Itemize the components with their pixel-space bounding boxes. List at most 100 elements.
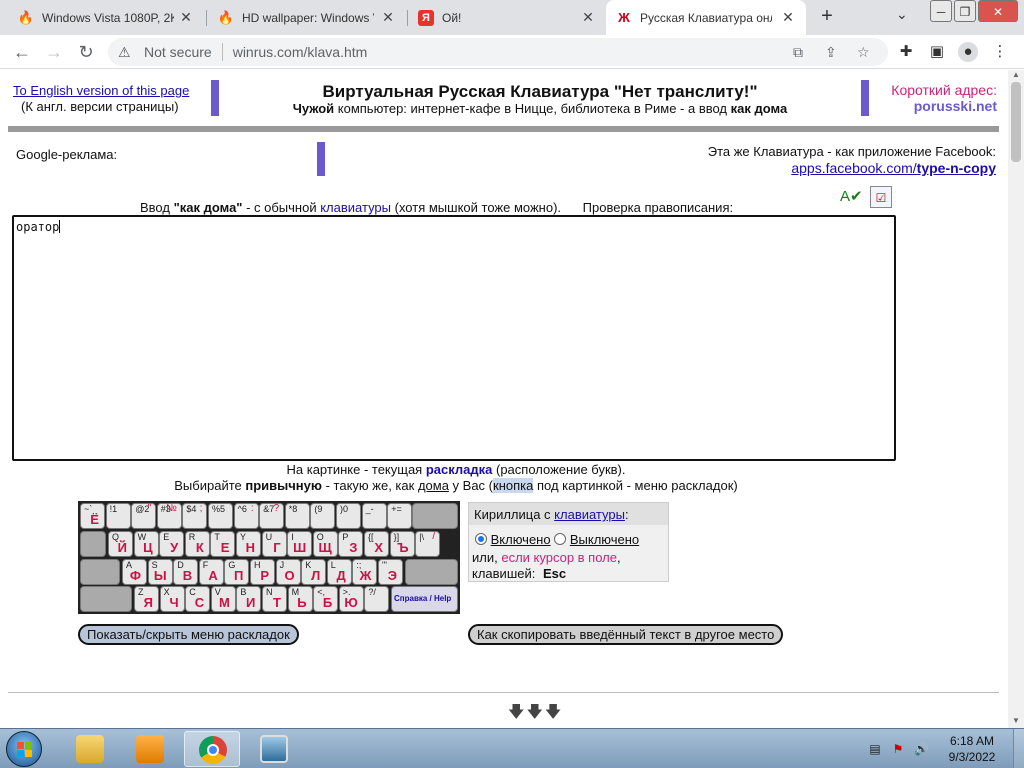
extensions-puzzle-icon[interactable]: ✚ xyxy=(896,42,916,62)
toggle-layouts-button[interactable]: Показать/скрыть меню раскладок xyxy=(78,624,299,645)
keyboard-modifier-key[interactable] xyxy=(80,531,106,557)
option-off-label[interactable]: Выключено xyxy=(570,532,639,547)
close-tab-icon[interactable]: ✕ xyxy=(380,9,396,25)
keyboard-key[interactable]: !1 xyxy=(105,503,131,529)
keyboard-key[interactable]: VМ xyxy=(210,586,236,612)
scrollbar-thumb[interactable] xyxy=(1011,82,1021,162)
reload-icon[interactable]: ↻ xyxy=(74,40,98,64)
keyboard-link[interactable]: клавиатуры xyxy=(554,507,625,522)
keyboard-key[interactable]: BИ xyxy=(236,586,262,612)
keyboard-key[interactable]: MЬ xyxy=(287,586,313,612)
keyboard-key[interactable]: SЫ xyxy=(147,559,173,585)
bookmark-star-icon[interactable]: ☆ xyxy=(857,44,870,61)
action-center-flag-icon[interactable]: ⚑ xyxy=(891,742,905,756)
spellcheck-icon[interactable]: A✔ xyxy=(840,186,863,208)
keyboard-key[interactable]: CС xyxy=(185,586,211,612)
keyboard-key[interactable]: RК xyxy=(184,531,210,557)
keyboard-key[interactable]: @2 " xyxy=(131,503,157,529)
page-scrollbar[interactable]: ▲ ▼ xyxy=(1008,70,1024,728)
keyboard-key[interactable]: _- xyxy=(361,503,387,529)
keyboard-key[interactable]: |\ / xyxy=(415,531,441,557)
keyboard-key[interactable]: TЕ xyxy=(210,531,236,557)
system-clock[interactable]: 6:18 AM 9/3/2022 xyxy=(937,733,1007,765)
keyboard-key[interactable]: EУ xyxy=(159,531,185,557)
not-secure-label[interactable]: Not secure xyxy=(144,44,212,60)
keyboard-key[interactable]: AФ xyxy=(122,559,147,585)
start-button[interactable] xyxy=(6,731,42,767)
keyboard-key[interactable]: HР xyxy=(250,559,275,585)
keyboard-key[interactable]: OЩ xyxy=(312,531,338,557)
keyboard-key[interactable]: += xyxy=(387,503,413,529)
keyboard-key[interactable]: }] Ъ xyxy=(389,531,415,557)
tab-russian-keyboard[interactable]: Ж Русская Клавиатура онл ✕ xyxy=(606,0,806,35)
keyboard-key[interactable]: ^6: xyxy=(233,503,259,529)
keyboard-modifier-key[interactable] xyxy=(80,559,120,585)
keyboard-key[interactable]: :; Ж xyxy=(352,559,378,585)
keyboard-key[interactable]: %5 xyxy=(208,503,233,529)
keyboard-key[interactable]: ZЯ xyxy=(134,586,159,612)
facebook-app-link[interactable]: apps.facebook.com/type-n-copy xyxy=(791,160,996,176)
tab-hd-wallpaper[interactable]: 🔥 HD wallpaper: Windows V ✕ xyxy=(208,0,406,35)
keyboard-key[interactable]: "' Э xyxy=(378,559,403,585)
keyboard-key[interactable]: UГ xyxy=(261,531,287,557)
keyboard-key[interactable]: WЦ xyxy=(133,531,159,557)
forward-arrow-icon[interactable]: → xyxy=(42,40,66,64)
volume-icon[interactable]: 🔊 xyxy=(914,742,929,756)
keyboard-key[interactable]: <, Б xyxy=(313,586,339,612)
radio-on[interactable] xyxy=(475,533,487,545)
keyboard-key[interactable]: PЗ xyxy=(338,531,364,557)
keyboard-key[interactable]: JО xyxy=(275,559,301,585)
taskbar-photo-viewer[interactable] xyxy=(246,731,302,767)
keyboard-key[interactable]: ~` Ё xyxy=(80,503,105,529)
tab-search-chevron-icon[interactable]: ⌄ xyxy=(896,6,908,23)
keyboard-key[interactable]: GП xyxy=(224,559,250,585)
how-to-copy-button[interactable]: Как скопировать введённый текст в другое… xyxy=(468,624,784,645)
keyboard-key[interactable]: (9 xyxy=(310,503,336,529)
share-icon[interactable]: ⇪ xyxy=(825,44,837,61)
taskbar-media-player[interactable] xyxy=(122,731,178,767)
restore-button[interactable]: ❐ xyxy=(954,0,976,22)
english-version-link[interactable]: To English version of this page xyxy=(13,83,189,98)
tab-oi[interactable]: Я Ой! ✕ xyxy=(408,0,606,35)
show-desktop-button[interactable] xyxy=(1013,729,1024,768)
keyboard-key[interactable]: QЙ xyxy=(108,531,133,557)
keyboard-key[interactable]: LД xyxy=(326,559,352,585)
keyboard-key[interactable]: YН xyxy=(236,531,261,557)
option-on-label[interactable]: Включено xyxy=(491,532,551,547)
keyboard-key[interactable]: $4; xyxy=(182,503,208,529)
keyboard-key[interactable]: )0 xyxy=(336,503,361,529)
radio-off[interactable] xyxy=(554,533,567,545)
keyboard-key[interactable]: XЧ xyxy=(159,586,185,612)
checklist-icon[interactable]: ☑ xyxy=(870,186,892,208)
tab-windows-vista[interactable]: 🔥 Windows Vista 1080P, 2K ✕ xyxy=(8,0,204,35)
translate-icon[interactable]: ⧉ xyxy=(793,44,803,61)
address-bar[interactable]: ⚠ Not secure winrus.com/klava.htm xyxy=(108,38,888,66)
home-link[interactable]: дома xyxy=(418,478,449,493)
profile-avatar-icon[interactable]: ● xyxy=(958,42,978,62)
keyboard-key[interactable]: FА xyxy=(198,559,224,585)
keyboard-modifier-key[interactable] xyxy=(412,503,458,529)
keyboard-key[interactable]: *8 xyxy=(284,503,310,529)
keyboard-help-button[interactable]: Справка / Help xyxy=(391,586,458,612)
keyboard-key[interactable]: >. Ю xyxy=(338,586,364,612)
new-tab-button[interactable]: + xyxy=(815,5,839,29)
keyboard-key[interactable]: KЛ xyxy=(301,559,327,585)
close-tab-icon[interactable]: ✕ xyxy=(780,9,796,25)
keyboard-key[interactable]: {[Х xyxy=(364,531,389,557)
close-tab-icon[interactable]: ✕ xyxy=(178,9,194,25)
keyboard-key[interactable]: IШ xyxy=(287,531,313,557)
keyboard-link[interactable]: клавиатуры xyxy=(320,200,391,215)
keyboard-modifier-key[interactable] xyxy=(80,586,132,612)
scroll-up-icon[interactable]: ▲ xyxy=(1008,70,1024,82)
scroll-down-icon[interactable]: ▼ xyxy=(1008,716,1024,728)
close-window-button[interactable]: ✕ xyxy=(978,0,1018,22)
taskbar-explorer[interactable] xyxy=(62,731,118,767)
minimize-button[interactable]: ─ xyxy=(930,0,952,22)
keyboard-modifier-key[interactable] xyxy=(405,559,458,585)
scroll-down-arrows-icon[interactable]: 🡇🡇🡇 xyxy=(508,701,563,728)
keyboard-key[interactable]: &7? xyxy=(259,503,285,529)
text-input-area[interactable]: оратор xyxy=(12,215,896,461)
keyboard-key[interactable]: #3 № xyxy=(156,503,182,529)
url-text[interactable]: winrus.com/klava.htm xyxy=(233,44,368,60)
back-arrow-icon[interactable]: ← xyxy=(10,40,34,64)
